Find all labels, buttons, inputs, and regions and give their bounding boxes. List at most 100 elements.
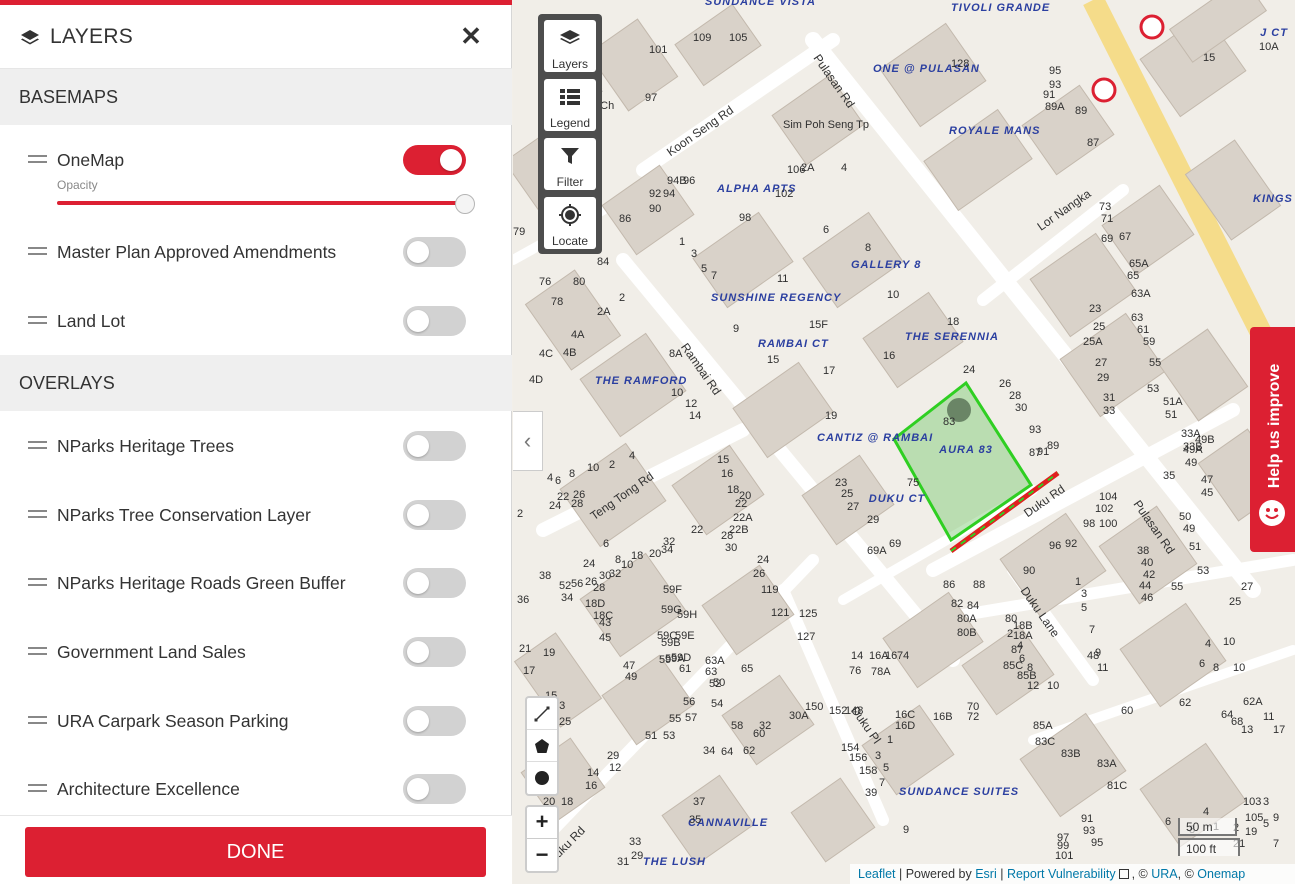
plot-number-label: 18 bbox=[727, 484, 740, 496]
locate-icon bbox=[559, 204, 581, 226]
plot-number-label: 80 bbox=[573, 276, 586, 288]
drag-handle-icon[interactable] bbox=[28, 647, 47, 655]
plot-number-label: 32 bbox=[609, 568, 622, 580]
layer-toggle-heritage-trees[interactable] bbox=[403, 431, 466, 461]
locate-tool-button[interactable]: Locate bbox=[544, 197, 596, 249]
opacity-slider-track bbox=[57, 201, 465, 205]
plot-number-label: 121 bbox=[771, 607, 790, 619]
circle-icon bbox=[535, 771, 549, 785]
plot-number-label: 37 bbox=[693, 796, 706, 808]
plot-number-label: 3 bbox=[1263, 796, 1270, 808]
plot-number-label: 83C bbox=[1035, 736, 1056, 748]
layer-row-government-land-sales: Government Land Sales bbox=[0, 632, 512, 672]
report-vulnerability-link[interactable]: Report Vulnerability bbox=[1007, 867, 1116, 881]
done-button[interactable]: DONE bbox=[25, 827, 486, 877]
opacity-slider[interactable] bbox=[57, 194, 475, 214]
drag-handle-icon[interactable] bbox=[28, 784, 47, 792]
drag-handle-icon[interactable] bbox=[28, 316, 47, 324]
polygon-icon bbox=[535, 739, 549, 753]
layer-label: OneMap bbox=[57, 150, 125, 170]
plot-number-label: 29 bbox=[867, 514, 880, 526]
layer-toggle-land-lot[interactable] bbox=[403, 306, 466, 336]
drag-handle-icon[interactable] bbox=[28, 578, 47, 586]
plot-number-label: 72 bbox=[967, 711, 980, 723]
plot-number-label: 81C bbox=[1107, 780, 1128, 792]
esri-link[interactable]: Esri bbox=[975, 867, 997, 881]
zoom-out-button[interactable]: − bbox=[527, 840, 557, 872]
help-us-improve-tab[interactable]: Help us improve bbox=[1250, 327, 1295, 552]
attribution-separator: | bbox=[996, 867, 1007, 881]
plot-number-label: 34 bbox=[661, 544, 674, 556]
plot-number-label: 63A bbox=[1131, 288, 1151, 300]
layer-label: NParks Heritage Trees bbox=[57, 436, 235, 456]
plot-number-label: 22 bbox=[691, 524, 704, 536]
plot-number-label: 24 bbox=[549, 500, 562, 512]
plot-number-label: 17 bbox=[523, 665, 536, 677]
plot-number-label: 11 bbox=[1263, 711, 1275, 723]
plot-number-label: 4 bbox=[841, 162, 848, 174]
layer-label: Master Plan Approved Amendments bbox=[57, 242, 337, 262]
layer-toggle-master-plan[interactable] bbox=[403, 237, 466, 267]
plot-number-label: 40 bbox=[1141, 557, 1154, 569]
map-view[interactable]: SUNDANCE VISTA TIVOLI GRANDE ONE @ PULAS… bbox=[513, 0, 1295, 884]
plot-number-label: 1 bbox=[1075, 576, 1082, 588]
draw-polygon-button[interactable] bbox=[527, 730, 557, 762]
plot-number-label: 23 bbox=[1089, 303, 1102, 315]
filter-tool-button[interactable]: Filter bbox=[544, 138, 596, 190]
plot-number-label: 90 bbox=[649, 203, 662, 215]
close-icon[interactable]: ✕ bbox=[460, 23, 482, 49]
attribution-copyright: , © bbox=[1177, 867, 1198, 881]
plot-number-label: 33 bbox=[1103, 405, 1116, 417]
place-label: DUKU CT bbox=[868, 493, 926, 505]
plot-number-label: Sim Poh Seng Tp bbox=[783, 119, 870, 131]
plot-number-label: 87 bbox=[1011, 644, 1024, 656]
panel-title: LAYERS bbox=[50, 25, 134, 48]
plot-number-label: 15F bbox=[809, 319, 828, 331]
plot-number-label: 24 bbox=[757, 554, 770, 566]
layers-tool-button[interactable]: Layers bbox=[544, 20, 596, 72]
layers-panel: LAYERS ✕ BASEMAPS OneMap Opacity Master … bbox=[0, 0, 512, 884]
plot-number-label: 57 bbox=[685, 712, 698, 724]
drag-handle-icon[interactable] bbox=[28, 155, 47, 163]
plot-number-label: 52 bbox=[559, 580, 572, 592]
layer-toggle-government-land-sales[interactable] bbox=[403, 637, 466, 667]
layer-toggle-onemap[interactable] bbox=[403, 145, 466, 175]
plot-number-label: 86 bbox=[619, 213, 632, 225]
draw-circle-button[interactable] bbox=[527, 762, 557, 794]
drag-handle-icon[interactable] bbox=[28, 441, 47, 449]
plot-number-label: 100 bbox=[1099, 518, 1118, 530]
plot-number-label: 102 bbox=[1095, 503, 1114, 515]
plot-number-label: 92 bbox=[649, 188, 662, 200]
leaflet-link[interactable]: Leaflet bbox=[858, 867, 896, 881]
plot-number-label: 76 bbox=[539, 276, 552, 288]
layer-toggle-tree-conservation[interactable] bbox=[403, 500, 466, 530]
drag-handle-icon[interactable] bbox=[28, 716, 47, 724]
legend-tool-button[interactable]: Legend bbox=[544, 79, 596, 131]
layer-toggle-carpark-season[interactable] bbox=[403, 706, 466, 736]
onemap-link[interactable]: Onemap bbox=[1197, 867, 1245, 881]
plot-number-label: 28 bbox=[721, 530, 734, 542]
plot-number-label: 7 bbox=[711, 270, 718, 282]
plot-number-label: 93 bbox=[1029, 424, 1042, 436]
plot-number-label: 17 bbox=[1273, 724, 1286, 736]
drag-handle-icon[interactable] bbox=[28, 247, 47, 255]
plot-number-label: 62A bbox=[1243, 696, 1263, 708]
drag-handle-icon[interactable] bbox=[28, 510, 47, 518]
plot-number-label: 14 bbox=[587, 767, 600, 779]
opacity-slider-thumb[interactable] bbox=[455, 194, 475, 214]
place-label: CANTIZ @ RAMBAI bbox=[817, 432, 934, 444]
layer-toggle-heritage-roads[interactable] bbox=[403, 568, 466, 598]
collapse-panel-button[interactable]: ‹ bbox=[513, 411, 543, 471]
attribution-copyright: , © bbox=[1131, 867, 1152, 881]
layer-toggle-architecture-excellence[interactable] bbox=[403, 774, 466, 804]
zoom-in-button[interactable]: + bbox=[527, 807, 557, 839]
plot-number-label: 25 bbox=[559, 716, 572, 728]
plot-number-label: 25 bbox=[1093, 321, 1106, 333]
place-label: THE SERENNIA bbox=[905, 331, 999, 343]
plot-number-label: 95 bbox=[1049, 65, 1062, 77]
draw-polyline-button[interactable] bbox=[527, 698, 557, 730]
plot-number-label: 36 bbox=[517, 594, 530, 606]
ura-link[interactable]: URA bbox=[1151, 867, 1177, 881]
plot-number-label: 8 bbox=[865, 242, 872, 254]
plot-number-label: 84 bbox=[967, 600, 980, 612]
